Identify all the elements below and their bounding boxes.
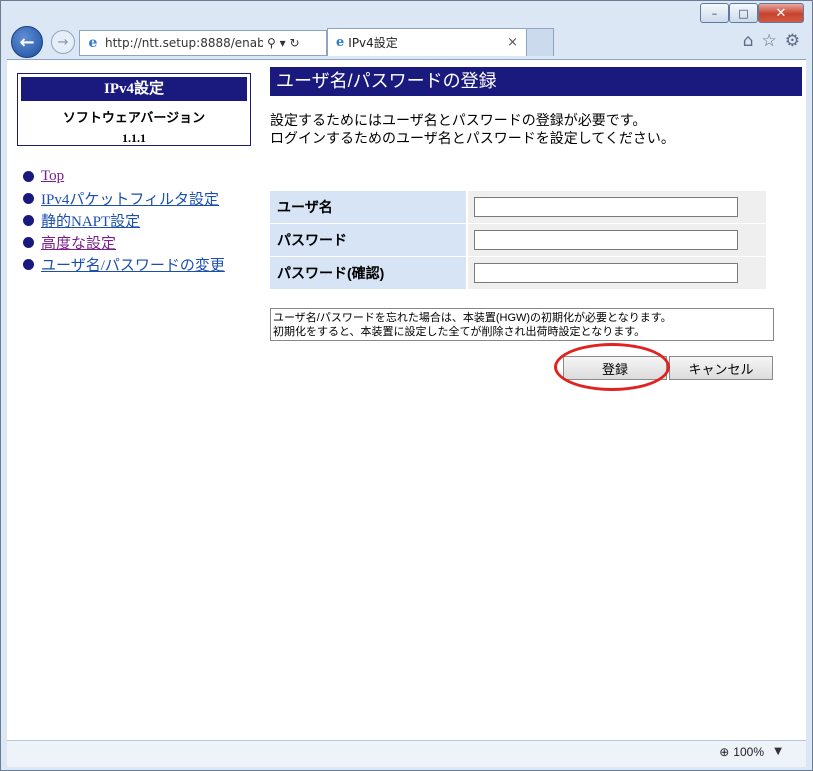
zoom-level: 100% <box>733 745 764 759</box>
username-input[interactable] <box>474 197 738 217</box>
toolbar-icons: ⌂ ☆ ⚙ <box>743 31 800 51</box>
form-row-username: ユーザ名 <box>270 191 766 223</box>
tab-ipv4[interactable]: e IPv4設定 × <box>327 28 527 56</box>
browser-window: – □ ✕ ← → e http://ntt.setup:8888/enabl … <box>0 0 813 771</box>
username-field-cell <box>468 191 766 223</box>
title-bar: – □ ✕ <box>1 1 812 25</box>
bullet-icon <box>23 258 34 270</box>
description: 設定するためにはユーザ名とパスワードの登録が必要です。 ログインするためのユーザ… <box>270 111 675 147</box>
maximize-button[interactable]: □ <box>729 3 758 23</box>
description-line-2: ログインするためのユーザ名とパスワードを設定してください。 <box>270 130 675 146</box>
arrow-right-icon: → <box>57 34 69 50</box>
address-bar[interactable]: e http://ntt.setup:8888/enabl ⚲ ▾ ↻ <box>79 30 327 56</box>
new-tab-button[interactable] <box>526 28 554 56</box>
sidebar-item-packet-filter: IPv4パケットフィルタ設定 <box>23 187 225 209</box>
username-label: ユーザ名 <box>270 191 466 223</box>
sidebar-item-static-napt: 静的NAPT設定 <box>23 209 225 231</box>
gear-icon[interactable]: ⚙ <box>785 31 800 51</box>
tab-title: IPv4設定 <box>348 36 398 50</box>
link-packet-filter[interactable]: IPv4パケットフィルタ設定 <box>41 188 219 209</box>
form-row-password: パスワード <box>270 224 766 256</box>
link-change-credentials[interactable]: ユーザ名/パスワードの変更 <box>41 254 225 275</box>
ie-logo-icon: e <box>336 35 345 50</box>
back-button[interactable]: ← <box>11 26 43 58</box>
bullet-icon <box>23 192 34 204</box>
password-input[interactable] <box>474 230 738 250</box>
sidebar-item-change-credentials: ユーザ名/パスワードの変更 <box>23 253 225 275</box>
sidebar-title: IPv4設定 <box>21 77 247 101</box>
sidebar-menu: Top IPv4パケットフィルタ設定 静的NAPT設定 高度な設定 ユーザ名/パ… <box>23 165 225 275</box>
window-controls: – □ ✕ <box>700 3 804 23</box>
bullet-icon <box>23 214 34 226</box>
credentials-form: ユーザ名 パスワード パスワード(確認) <box>270 191 766 290</box>
bullet-icon <box>23 236 34 248</box>
cancel-button[interactable]: キャンセル <box>669 356 773 380</box>
link-static-napt[interactable]: 静的NAPT設定 <box>41 210 140 231</box>
sidebar-header-box: IPv4設定 ソフトウェアバージョン 1.1.1 <box>17 73 251 146</box>
zoom-dropdown-icon[interactable]: ▼ <box>774 746 782 757</box>
version-number: 1.1.1 <box>122 131 146 145</box>
zoom-control[interactable]: ⊕ 100% <box>719 745 764 759</box>
address-url[interactable]: http://ntt.setup:8888/enabl <box>105 36 263 50</box>
bullet-icon <box>23 170 34 182</box>
password-confirm-field-cell <box>468 257 766 289</box>
sidebar-item-advanced: 高度な設定 <box>23 231 225 253</box>
password-confirm-label: パスワード(確認) <box>270 257 466 289</box>
home-icon[interactable]: ⌂ <box>743 31 754 51</box>
version-label: ソフトウェアバージョン <box>62 110 206 125</box>
status-bar: ⊕ 100% ▼ <box>7 740 806 767</box>
highlight-circle <box>554 343 670 391</box>
form-row-password-confirm: パスワード(確認) <box>270 257 766 289</box>
password-confirm-input[interactable] <box>474 263 738 283</box>
page-title: ユーザ名/パスワードの登録 <box>270 67 802 96</box>
note-line-2: 初期化をすると、本装置に設定した全てが削除され出荷時設定となります。 <box>273 326 646 338</box>
arrow-left-icon: ← <box>19 31 35 53</box>
zoom-icon: ⊕ <box>719 745 730 759</box>
sidebar-item-top: Top <box>23 165 225 187</box>
description-line-1: 設定するためにはユーザ名とパスワードの登録が必要です。 <box>270 112 647 128</box>
reset-note: ユーザ名/パスワードを忘れた場合は、本装置(HGW)の初期化が必要となります。 … <box>270 308 774 341</box>
navigation-bar: ← → e http://ntt.setup:8888/enabl ⚲ ▾ ↻ … <box>1 25 812 59</box>
forward-button[interactable]: → <box>51 30 75 54</box>
tab-close-icon[interactable]: × <box>507 35 518 50</box>
link-top[interactable]: Top <box>41 168 64 185</box>
favorites-star-icon[interactable]: ☆ <box>762 31 777 51</box>
link-advanced[interactable]: 高度な設定 <box>41 232 116 253</box>
address-controls[interactable]: ⚲ ▾ ↻ <box>267 36 300 50</box>
password-field-cell <box>468 224 766 256</box>
note-line-1: ユーザ名/パスワードを忘れた場合は、本装置(HGW)の初期化が必要となります。 <box>273 312 672 324</box>
minimize-button[interactable]: – <box>700 3 729 23</box>
page-content: IPv4設定 ソフトウェアバージョン 1.1.1 Top IPv4パケットフィル… <box>7 59 806 741</box>
close-window-button[interactable]: ✕ <box>758 3 804 23</box>
ie-logo-icon: e <box>88 35 98 51</box>
password-label: パスワード <box>270 224 466 256</box>
